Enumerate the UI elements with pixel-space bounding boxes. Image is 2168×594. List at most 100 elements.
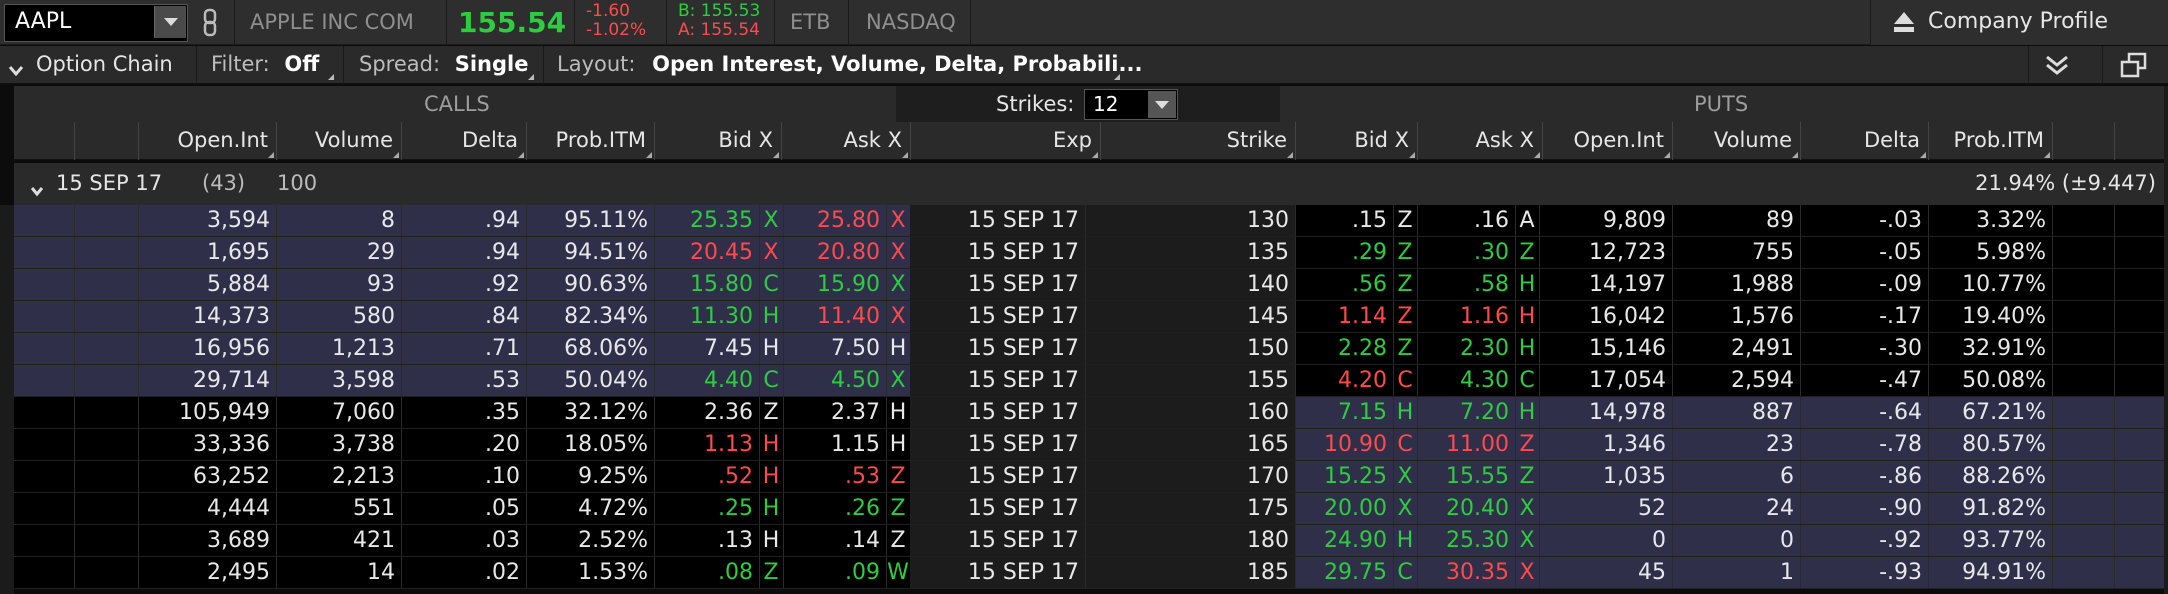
cell-call-ask[interactable]: .53 (783, 461, 886, 493)
cell-put-ask-x[interactable]: X (1515, 557, 1539, 589)
column-menu-corner-icon[interactable] (518, 152, 524, 158)
col-header-put-ask[interactable]: Ask X (1417, 128, 1534, 152)
cell-put-bid[interactable]: 10.90 (1295, 429, 1393, 461)
cell-call-ask[interactable]: .09 (783, 557, 886, 589)
cell-call-bid[interactable]: 11.30 (654, 301, 759, 333)
column-menu-corner-icon[interactable] (1792, 152, 1798, 158)
cell-put-ask-x[interactable]: Z (1515, 461, 1539, 493)
popout-window-icon[interactable] (2120, 52, 2148, 83)
column-menu-corner-icon[interactable] (1287, 152, 1293, 158)
spread-control[interactable]: Spread: Single (359, 52, 528, 76)
cell-call-ask-x[interactable]: Z (886, 493, 910, 525)
cell-put-ask[interactable]: 15.55 (1417, 461, 1515, 493)
cell-put-ask[interactable]: .58 (1417, 269, 1515, 301)
cell-call-bid-x[interactable]: X (759, 237, 783, 269)
col-header-put-bid[interactable]: Bid X (1295, 128, 1409, 152)
cell-put-ask[interactable]: 2.30 (1417, 333, 1515, 365)
option-chain-row[interactable]: 4,444 551 .05 4.72% .25 H .26 Z 15 SEP 17 175 20.0… (14, 493, 2164, 525)
link-icon[interactable] (200, 7, 224, 39)
cell-call-ask-x[interactable]: W (886, 557, 910, 589)
cell-put-bid[interactable]: 20.00 (1295, 493, 1393, 525)
cell-call-bid[interactable]: 20.45 (654, 237, 759, 269)
company-profile-button[interactable]: Company Profile (1870, 0, 2168, 45)
cell-put-bid-x[interactable]: C (1393, 557, 1417, 589)
cell-put-bid[interactable]: 1.14 (1295, 301, 1393, 333)
cell-call-bid[interactable]: .25 (654, 493, 759, 525)
cell-put-bid-x[interactable]: C (1393, 429, 1417, 461)
cell-call-ask[interactable]: 11.40 (783, 301, 886, 333)
column-menu-corner-icon[interactable] (1664, 152, 1670, 158)
cell-put-ask[interactable]: .30 (1417, 237, 1515, 269)
cell-call-bid-x[interactable]: H (759, 525, 783, 557)
cell-call-ask[interactable]: 4.50 (783, 365, 886, 397)
cell-put-ask[interactable]: 4.30 (1417, 365, 1515, 397)
cell-put-bid-x[interactable]: Z (1393, 269, 1417, 301)
option-chain-row[interactable]: 5,884 93 .92 90.63% 15.80 C 15.90 X 15 SEP 17 140… (14, 269, 2164, 301)
cell-put-ask[interactable]: 20.40 (1417, 493, 1515, 525)
spread-value[interactable]: Single (455, 52, 529, 76)
cell-call-bid-x[interactable]: H (759, 301, 783, 333)
cell-put-bid[interactable]: .15 (1295, 205, 1393, 237)
cell-call-ask[interactable]: .26 (783, 493, 886, 525)
strikes-dropdown[interactable]: 12 (1084, 89, 1178, 120)
col-header-put-open-int[interactable]: Open.Int (1542, 128, 1664, 152)
cell-put-bid[interactable]: 24.90 (1295, 525, 1393, 557)
cell-put-ask-x[interactable]: A (1515, 205, 1539, 237)
cell-put-ask[interactable]: 30.35 (1417, 557, 1515, 589)
cell-call-ask-x[interactable]: H (886, 397, 910, 429)
symbol-dropdown-button[interactable] (154, 6, 186, 38)
option-chain-row[interactable]: 14,373 580.84 82.34% 11.30 H 11.40 X 15 SEP 17 1… (14, 301, 2164, 333)
cell-call-bid-x[interactable]: X (759, 205, 783, 237)
column-divider[interactable] (74, 122, 75, 160)
cell-put-bid-x[interactable]: Z (1393, 237, 1417, 269)
cell-call-ask[interactable]: 15.90 (783, 269, 886, 301)
cell-call-ask[interactable]: 2.37 (783, 397, 886, 429)
cell-put-bid[interactable]: 29.75 (1295, 557, 1393, 589)
cell-put-ask[interactable]: 25.30 (1417, 525, 1515, 557)
cell-call-bid[interactable]: .52 (654, 461, 759, 493)
cell-call-ask[interactable]: 20.80 (783, 237, 886, 269)
cell-put-ask[interactable]: 1.16 (1417, 301, 1515, 333)
column-menu-corner-icon[interactable] (1092, 152, 1098, 158)
option-chain-row[interactable]: 1,695 29.94 94.51% 20.45 X 20.80 X 15 SEP 17 135… (14, 237, 2164, 269)
cell-put-bid-x[interactable]: H (1393, 525, 1417, 557)
cell-call-ask[interactable]: .14 (783, 525, 886, 557)
option-chain-row[interactable]: 16,956 1,213.71 68.06% 7.45 H 7.50 H 15 SEP 17 1… (14, 333, 2164, 365)
cell-put-bid-x[interactable]: Z (1393, 205, 1417, 237)
expiration-row[interactable]: 15 SEP 17 (43) 100 21.94% (±9.447) (14, 163, 2164, 205)
collapse-all-icon[interactable] (2044, 54, 2070, 81)
cell-put-bid-x[interactable]: X (1393, 461, 1417, 493)
cell-put-bid[interactable]: 7.15 (1295, 397, 1393, 429)
cell-put-ask[interactable]: 11.00 (1417, 429, 1515, 461)
column-divider[interactable] (2052, 122, 2053, 160)
collapse-chevron-icon[interactable] (8, 58, 24, 82)
col-header-strike[interactable]: Strike (1100, 128, 1287, 152)
cell-put-bid[interactable]: 2.28 (1295, 333, 1393, 365)
option-chain-row[interactable]: 105,949 7,060.35 32.12% 2.36 Z 2.37 H 15 SEP 17… (14, 397, 2164, 429)
cell-call-ask-x[interactable]: H (886, 333, 910, 365)
column-menu-corner-icon[interactable] (646, 152, 652, 158)
cell-put-ask[interactable]: 7.20 (1417, 397, 1515, 429)
cell-put-ask-x[interactable]: H (1515, 301, 1539, 333)
column-menu-corner-icon[interactable] (393, 152, 399, 158)
cell-call-ask-x[interactable]: Z (886, 461, 910, 493)
cell-call-bid[interactable]: .08 (654, 557, 759, 589)
strikes-dropdown-arrow-icon[interactable] (1148, 91, 1176, 118)
col-header-call-delta[interactable]: Delta (401, 128, 518, 152)
col-header-put-volume[interactable]: Volume (1672, 128, 1792, 152)
cell-call-bid[interactable]: 1.13 (654, 429, 759, 461)
col-header-put-prob-itm[interactable]: Prob.ITM (1928, 128, 2044, 152)
cell-put-bid[interactable]: .29 (1295, 237, 1393, 269)
cell-call-ask-x[interactable]: X (886, 269, 910, 301)
column-menu-corner-icon[interactable] (2044, 152, 2050, 158)
cell-put-bid[interactable]: 4.20 (1295, 365, 1393, 397)
cell-call-bid-x[interactable]: H (759, 493, 783, 525)
cell-call-ask-x[interactable]: X (886, 365, 910, 397)
column-menu-corner-icon[interactable] (902, 152, 908, 158)
cell-put-ask[interactable]: .16 (1417, 205, 1515, 237)
cell-call-ask[interactable]: 7.50 (783, 333, 886, 365)
filter-control[interactable]: Filter: Off (211, 52, 319, 76)
col-header-call-prob-itm[interactable]: Prob.ITM (526, 128, 646, 152)
expand-chevron-icon[interactable] (30, 178, 44, 202)
cell-call-bid-x[interactable]: H (759, 333, 783, 365)
